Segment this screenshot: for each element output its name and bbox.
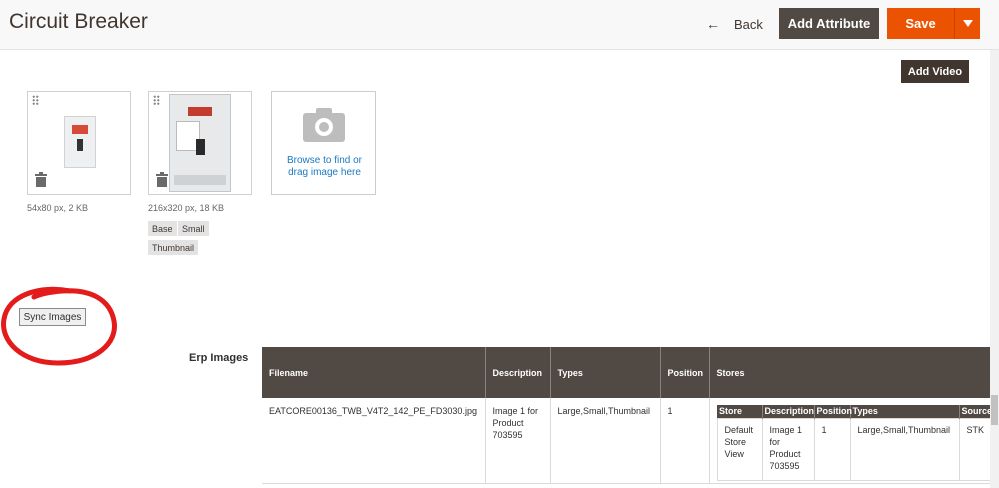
back-button[interactable]: ← Back <box>706 13 763 35</box>
column-header[interactable]: Stores <box>709 347 991 398</box>
image-card[interactable] <box>27 91 131 195</box>
drag-handle-icon[interactable] <box>32 95 39 106</box>
trash-icon[interactable] <box>156 172 168 187</box>
description-cell: Image 1 for Product 703595 <box>761 417 815 481</box>
store-cell: Default Store View <box>716 417 763 481</box>
stores-table: Store Description Position Types Source … <box>716 405 999 481</box>
save-options-toggle[interactable] <box>954 8 980 39</box>
page-header: Circuit Breaker ← Back Add Attribute Sav… <box>0 0 999 50</box>
description-cell: Image 1 for Product 703595 <box>485 398 551 484</box>
red-circle-annotation <box>1 286 117 366</box>
sync-images-button[interactable]: Sync Images <box>19 308 86 326</box>
product-thumbnail <box>169 94 231 192</box>
position-cell: 1 <box>813 417 851 481</box>
image-upload-dropzone[interactable]: Browse to find or drag image here <box>271 91 376 195</box>
column-header: Types <box>850 405 960 418</box>
table-header-row: Filename Description Types Position Stor… <box>262 347 991 398</box>
erp-images-label: Erp Images <box>189 352 249 364</box>
table-row: Default Store View Image 1 for Product 7… <box>716 417 999 481</box>
scrollbar-thumb[interactable] <box>991 395 998 425</box>
column-header: Store <box>717 405 763 418</box>
role-badge: Small <box>178 221 209 236</box>
drag-handle-icon[interactable] <box>153 95 160 106</box>
role-badge: Thumbnail <box>148 240 199 255</box>
position-cell: 1 <box>660 398 710 484</box>
image-meta: 216x320 px, 18 KB <box>148 203 225 213</box>
table-row: EATCORE00136_TWB_V4T2_142_PE_FD3030.jpg … <box>262 398 999 484</box>
page-title: Circuit Breaker <box>9 10 148 33</box>
column-header[interactable]: Filename <box>262 347 486 398</box>
role-badge: Base <box>148 221 177 236</box>
types-cell: Large,Small,Thumbnail <box>550 398 661 484</box>
back-label: Back <box>734 16 763 32</box>
trash-icon[interactable] <box>35 172 47 187</box>
erp-images-table: Filename Description Types Position Stor… <box>262 347 999 484</box>
add-video-button[interactable]: Add Video <box>901 60 969 83</box>
image-card[interactable] <box>148 91 252 195</box>
column-header: Description <box>762 405 815 418</box>
chevron-down-icon <box>962 20 973 27</box>
image-meta: 54x80 px, 2 KB <box>27 203 89 213</box>
save-button[interactable]: Save <box>887 8 954 39</box>
column-header: Position <box>814 405 852 418</box>
camera-icon <box>303 108 345 142</box>
types-cell: Large,Small,Thumbnail <box>849 417 960 481</box>
table-header-row: Store Description Position Types Source <box>717 405 999 418</box>
column-header[interactable]: Position <box>660 347 710 398</box>
column-header[interactable]: Description <box>485 347 551 398</box>
add-attribute-button[interactable]: Add Attribute <box>779 8 879 39</box>
filename-cell: EATCORE00136_TWB_V4T2_142_PE_FD3030.jpg <box>262 398 486 484</box>
upload-hint: Browse to find or drag image here <box>286 155 363 178</box>
column-header[interactable]: Types <box>550 347 661 398</box>
vertical-scrollbar[interactable] <box>990 50 999 488</box>
stores-cell: Store Description Position Types Source … <box>709 398 999 484</box>
product-thumbnail <box>64 116 96 168</box>
arrow-left-icon: ← <box>706 16 720 32</box>
